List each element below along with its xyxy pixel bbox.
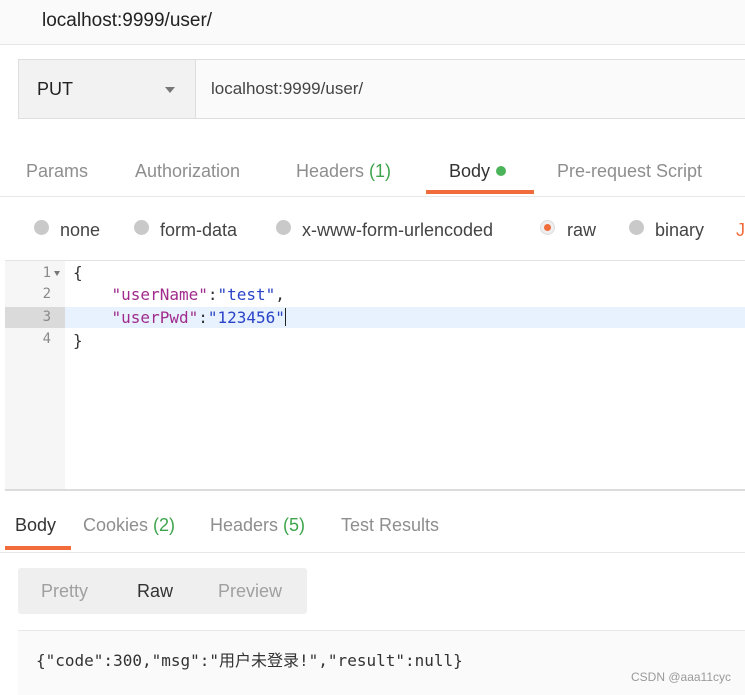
request-tabs: Params Authorization Headers (1) Body Pr… [0,152,745,196]
title-bar: localhost:9999/user/ [0,0,745,45]
text-cursor [284,308,286,326]
watermark: CSDN @aaa11cyc [631,670,731,684]
url-row: PUT localhost:9999/user/ [18,59,745,119]
body-type-options: none form-data x-www-form-urlencoded raw… [0,214,745,248]
cookies-count: (2) [153,515,176,535]
active-tab-underline [426,190,534,194]
response-headers-count: (5) [283,515,306,535]
chevron-down-icon [165,87,175,93]
active-response-tab-underline [5,546,71,550]
view-mode-switch: Pretty Raw Preview [18,568,307,614]
fold-arrow-icon[interactable] [54,271,60,276]
view-preview-button[interactable]: Preview [218,581,282,602]
line-number: 3 [42,309,51,325]
radio-form-data-icon[interactable] [134,220,149,235]
body-editor[interactable]: 1 2 3 4 { "userName":"test", "userPwd":"… [5,260,745,491]
radio-none-icon[interactable] [34,220,49,235]
cut-off-option: J [736,220,745,240]
tab-headers[interactable]: Headers (1) [296,161,391,182]
json-key: "userName" [111,285,208,304]
tab-authorization[interactable]: Authorization [135,161,240,182]
json-string: "123456" [207,308,285,327]
view-pretty-button[interactable]: Pretty [41,581,88,602]
tab-pre-request-script[interactable]: Pre-request Script [557,161,702,182]
tabs-divider [0,196,745,197]
view-raw-button[interactable]: Raw [137,581,173,602]
code-line-2: "userName":"test", [111,285,285,304]
line-number: 2 [42,286,51,302]
radio-none-label[interactable]: none [60,220,100,241]
json-string: "test" [217,285,276,304]
body-indicator-dot-icon [496,166,507,176]
radio-urlencoded-label[interactable]: x-www-form-urlencoded [302,220,493,241]
method-label: PUT [37,79,73,99]
response-tabs: Body Cookies (2) Headers (5) Test Result… [0,512,745,552]
request-title[interactable]: localhost:9999/user/ [42,10,212,32]
line-number: 1 [42,265,51,281]
line-number: 4 [42,331,51,347]
response-tabs-divider [0,552,745,553]
response-body-text: {"code":300,"msg":"用户未登录!","result":null… [36,651,463,670]
radio-raw-icon[interactable] [540,220,555,235]
radio-form-data-label[interactable]: form-data [160,220,237,241]
response-tab-test-results[interactable]: Test Results [341,515,439,536]
response-tab-headers[interactable]: Headers (5) [210,515,305,536]
json-key: "userPwd" [111,308,199,327]
tab-body[interactable]: Body [449,161,507,182]
radio-binary-icon[interactable] [629,220,644,235]
method-select[interactable]: PUT [19,60,196,118]
radio-urlencoded-icon[interactable] [276,220,291,235]
url-input[interactable]: localhost:9999/user/ [211,79,363,99]
response-body[interactable]: {"code":300,"msg":"用户未登录!","result":null… [18,630,745,695]
radio-raw-label[interactable]: raw [567,220,596,241]
code-line-4: } [73,331,83,350]
code-line-3: "userPwd":"123456" [111,308,286,327]
response-tab-cookies[interactable]: Cookies (2) [83,515,175,536]
response-tab-body[interactable]: Body [15,515,56,536]
tab-params[interactable]: Params [26,161,88,182]
headers-count: (1) [369,161,392,181]
code-line-1: { [73,263,83,282]
radio-binary-label[interactable]: binary [655,220,704,241]
